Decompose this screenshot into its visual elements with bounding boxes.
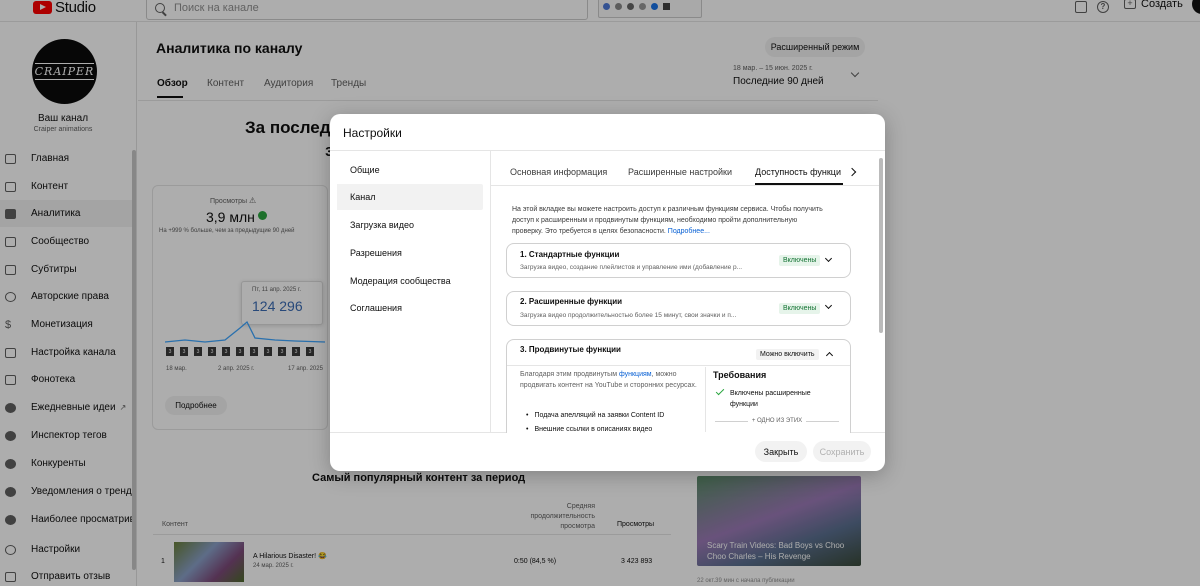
requirements-or: + ОДНО ИЗ ЭТИХ — [715, 418, 839, 424]
learn-more-link[interactable]: Подробнее... — [668, 228, 710, 235]
dialog-title: Настройки — [343, 126, 402, 140]
feature-description: Загрузка видео продолжительностью более … — [520, 312, 737, 319]
divider — [490, 151, 491, 432]
intro-text: На этой вкладке вы можете настроить дост… — [512, 204, 830, 237]
status-badge: Можно включить — [756, 349, 819, 360]
settings-nav-upload[interactable]: Загрузка видео — [337, 212, 483, 238]
divider — [705, 367, 706, 432]
settings-nav-permissions[interactable]: Разрешения — [337, 240, 483, 266]
requirement-item: Включены расширенные функции — [730, 390, 811, 408]
feature-title: 2. Расширенные функции — [520, 297, 623, 306]
feature-title: 3. Продвинутые функции — [520, 345, 621, 354]
settings-nav-agreements[interactable]: Соглашения — [337, 295, 483, 321]
dialog-scrollbar[interactable] — [879, 158, 883, 333]
status-badge: Включены — [779, 255, 821, 266]
features-link[interactable]: функциям — [619, 371, 652, 378]
divider — [330, 150, 885, 151]
advanced-description: Благодаря этим продвинутым функциям, мож… — [520, 369, 700, 391]
settings-nav-moderation[interactable]: Модерация сообщества — [337, 268, 483, 294]
bullet-text: Подача апелляций на заявки Content ID — [534, 412, 665, 419]
advanced-description-pre: Благодаря этим продвинутым — [520, 371, 619, 378]
settings-nav-general[interactable]: Общие — [337, 157, 483, 183]
requirements-or-text: + ОДНО ИЗ ЭТИХ — [751, 418, 803, 424]
list-item: Внешние ссылки в описаниях видео — [526, 426, 652, 433]
divider — [507, 365, 850, 366]
status-badge: Включены — [779, 303, 821, 314]
close-button[interactable]: Закрыть — [755, 441, 807, 462]
requirements-title: Требования — [713, 370, 767, 380]
tab-advanced-settings[interactable]: Расширенные настройки — [628, 167, 732, 177]
divider — [491, 185, 883, 186]
settings-nav-channel[interactable]: Канал — [337, 184, 483, 210]
bullet-text: Внешние ссылки в описаниях видео — [534, 426, 653, 433]
list-item: Подача апелляций на заявки Content ID — [526, 412, 664, 419]
feature-title: 1. Стандартные функции — [520, 250, 620, 259]
feature-description: Загрузка видео, создание плейлистов и уп… — [520, 264, 743, 271]
save-button[interactable]: Сохранить — [813, 441, 871, 462]
tab-basic-info[interactable]: Основная информация — [510, 167, 607, 177]
tab-feature-eligibility[interactable]: Доступность функци — [755, 167, 843, 177]
